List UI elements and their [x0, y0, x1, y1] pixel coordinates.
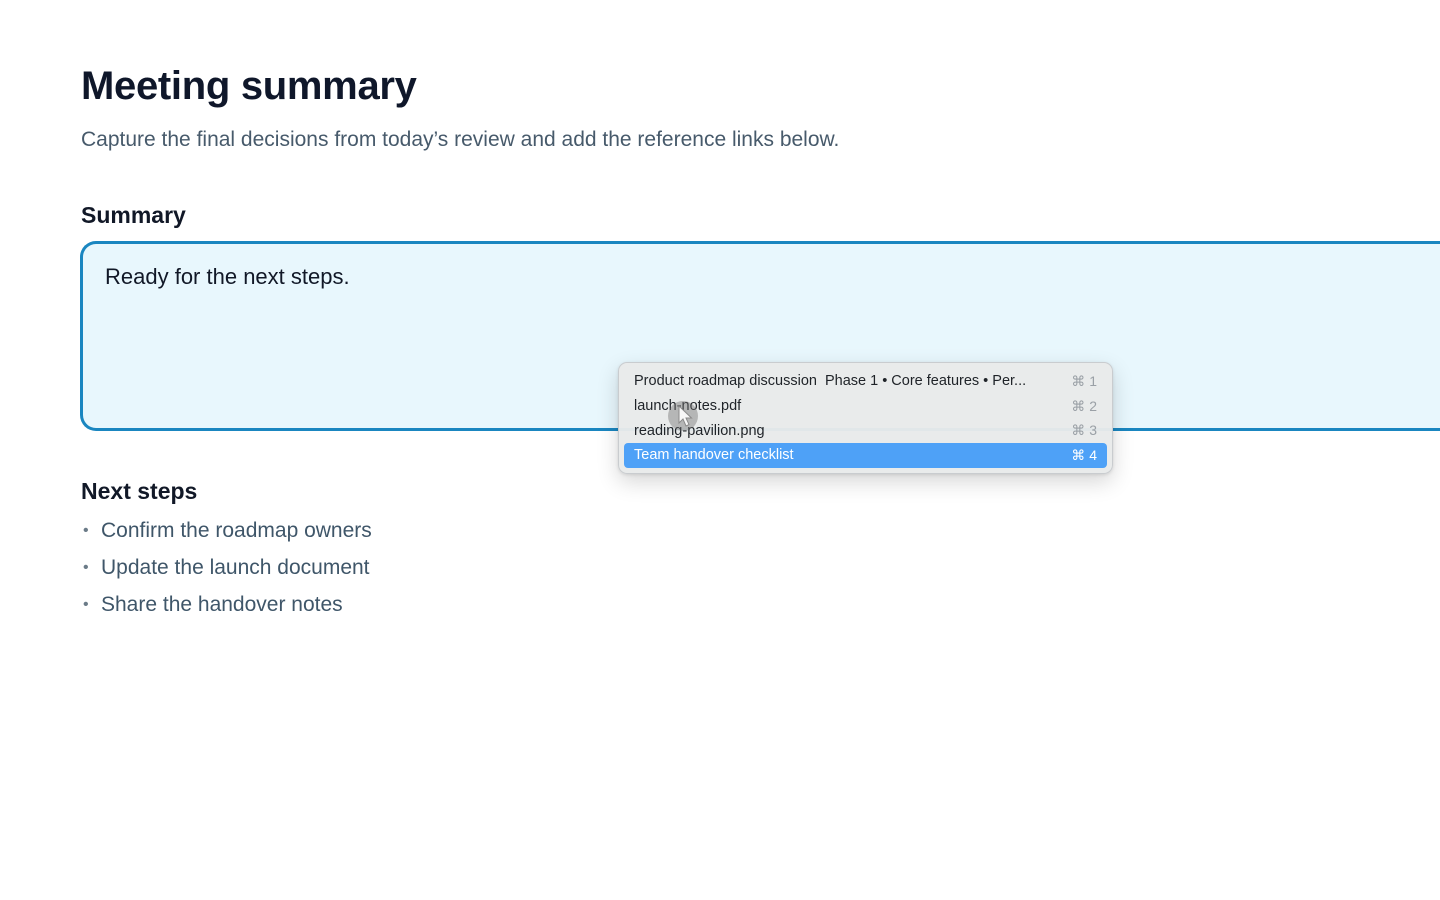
menu-item-label: reading-pavilion.png	[634, 422, 765, 439]
menu-item-product-roadmap[interactable]: Product roadmap discussion Phase 1 • Core…	[624, 369, 1107, 394]
menu-item-shortcut: ⌘ 1	[1071, 372, 1097, 389]
page-title: Meeting summary	[81, 64, 417, 108]
next-steps-heading: Next steps	[81, 478, 198, 504]
menu-item-label: Product roadmap discussion Phase 1 • Core…	[634, 373, 1027, 390]
menu-item-detail: Phase 1 • Core features • Per...	[824, 373, 1027, 390]
bullet-icon: •	[83, 522, 89, 539]
list-item-text: Confirm the roadmap owners	[101, 519, 372, 542]
summary-text: Ready for the next steps.	[105, 264, 350, 289]
bullet-icon: •	[83, 596, 89, 613]
bullet-icon: •	[83, 559, 89, 576]
page: Meeting summary Capture the final decisi…	[0, 0, 1440, 900]
list-item-text: Update the launch document	[101, 556, 370, 579]
menu-item-launch-notes[interactable]: launch-notes.pdf ⌘ 2	[624, 394, 1107, 419]
reference-link-menu: Product roadmap discussion Phase 1 • Core…	[618, 362, 1113, 474]
menu-item-reading-pavilion[interactable]: reading-pavilion.png ⌘ 3	[624, 418, 1107, 443]
list-item-text: Share the handover notes	[101, 593, 343, 616]
list-item: • Confirm the roadmap owners	[81, 514, 372, 551]
page-subtitle: Capture the final decisions from today’s…	[81, 128, 840, 151]
menu-item-shortcut: ⌘ 2	[1071, 397, 1097, 414]
menu-item-shortcut: ⌘ 4	[1071, 446, 1097, 463]
list-item: • Update the launch document	[81, 551, 372, 588]
menu-item-label: launch-notes.pdf	[634, 398, 742, 415]
menu-item-label: Team handover checklist	[634, 447, 794, 464]
next-steps-list: • Confirm the roadmap owners • Update th…	[81, 514, 372, 625]
menu-item-team-handover[interactable]: Team handover checklist ⌘ 4	[624, 443, 1107, 468]
list-item: • Share the handover notes	[81, 588, 372, 625]
summary-heading: Summary	[81, 202, 186, 228]
menu-item-shortcut: ⌘ 3	[1071, 422, 1097, 439]
